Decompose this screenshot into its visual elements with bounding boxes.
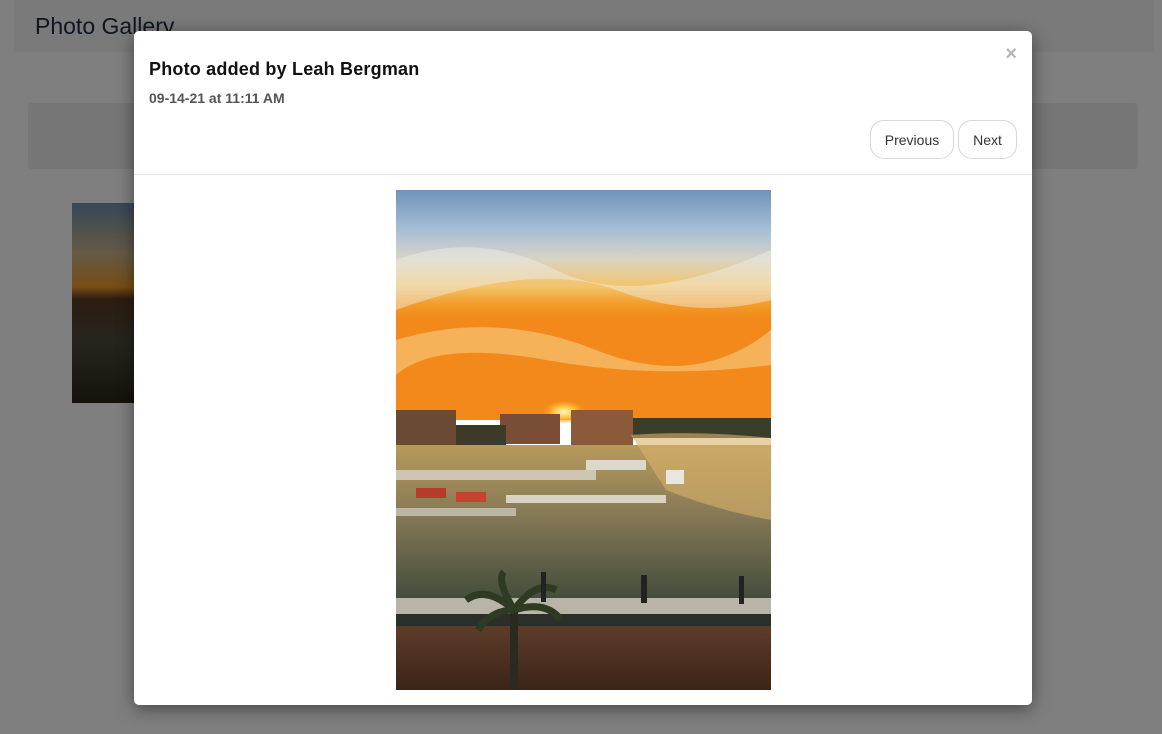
photo-image (396, 190, 771, 690)
next-button[interactable]: Next (958, 120, 1017, 159)
close-icon[interactable]: × (1005, 44, 1017, 64)
modal-header: Photo added by Leah Bergman 09-14-21 at … (134, 31, 1032, 175)
photo-date: 09-14-21 at 11:11 AM (149, 90, 285, 106)
modal-body (134, 190, 1032, 690)
photo-modal: Photo added by Leah Bergman 09-14-21 at … (134, 31, 1032, 705)
modal-title: Photo added by Leah Bergman (149, 59, 420, 79)
previous-button[interactable]: Previous (870, 120, 954, 159)
sunset-marina-photo (396, 190, 771, 690)
